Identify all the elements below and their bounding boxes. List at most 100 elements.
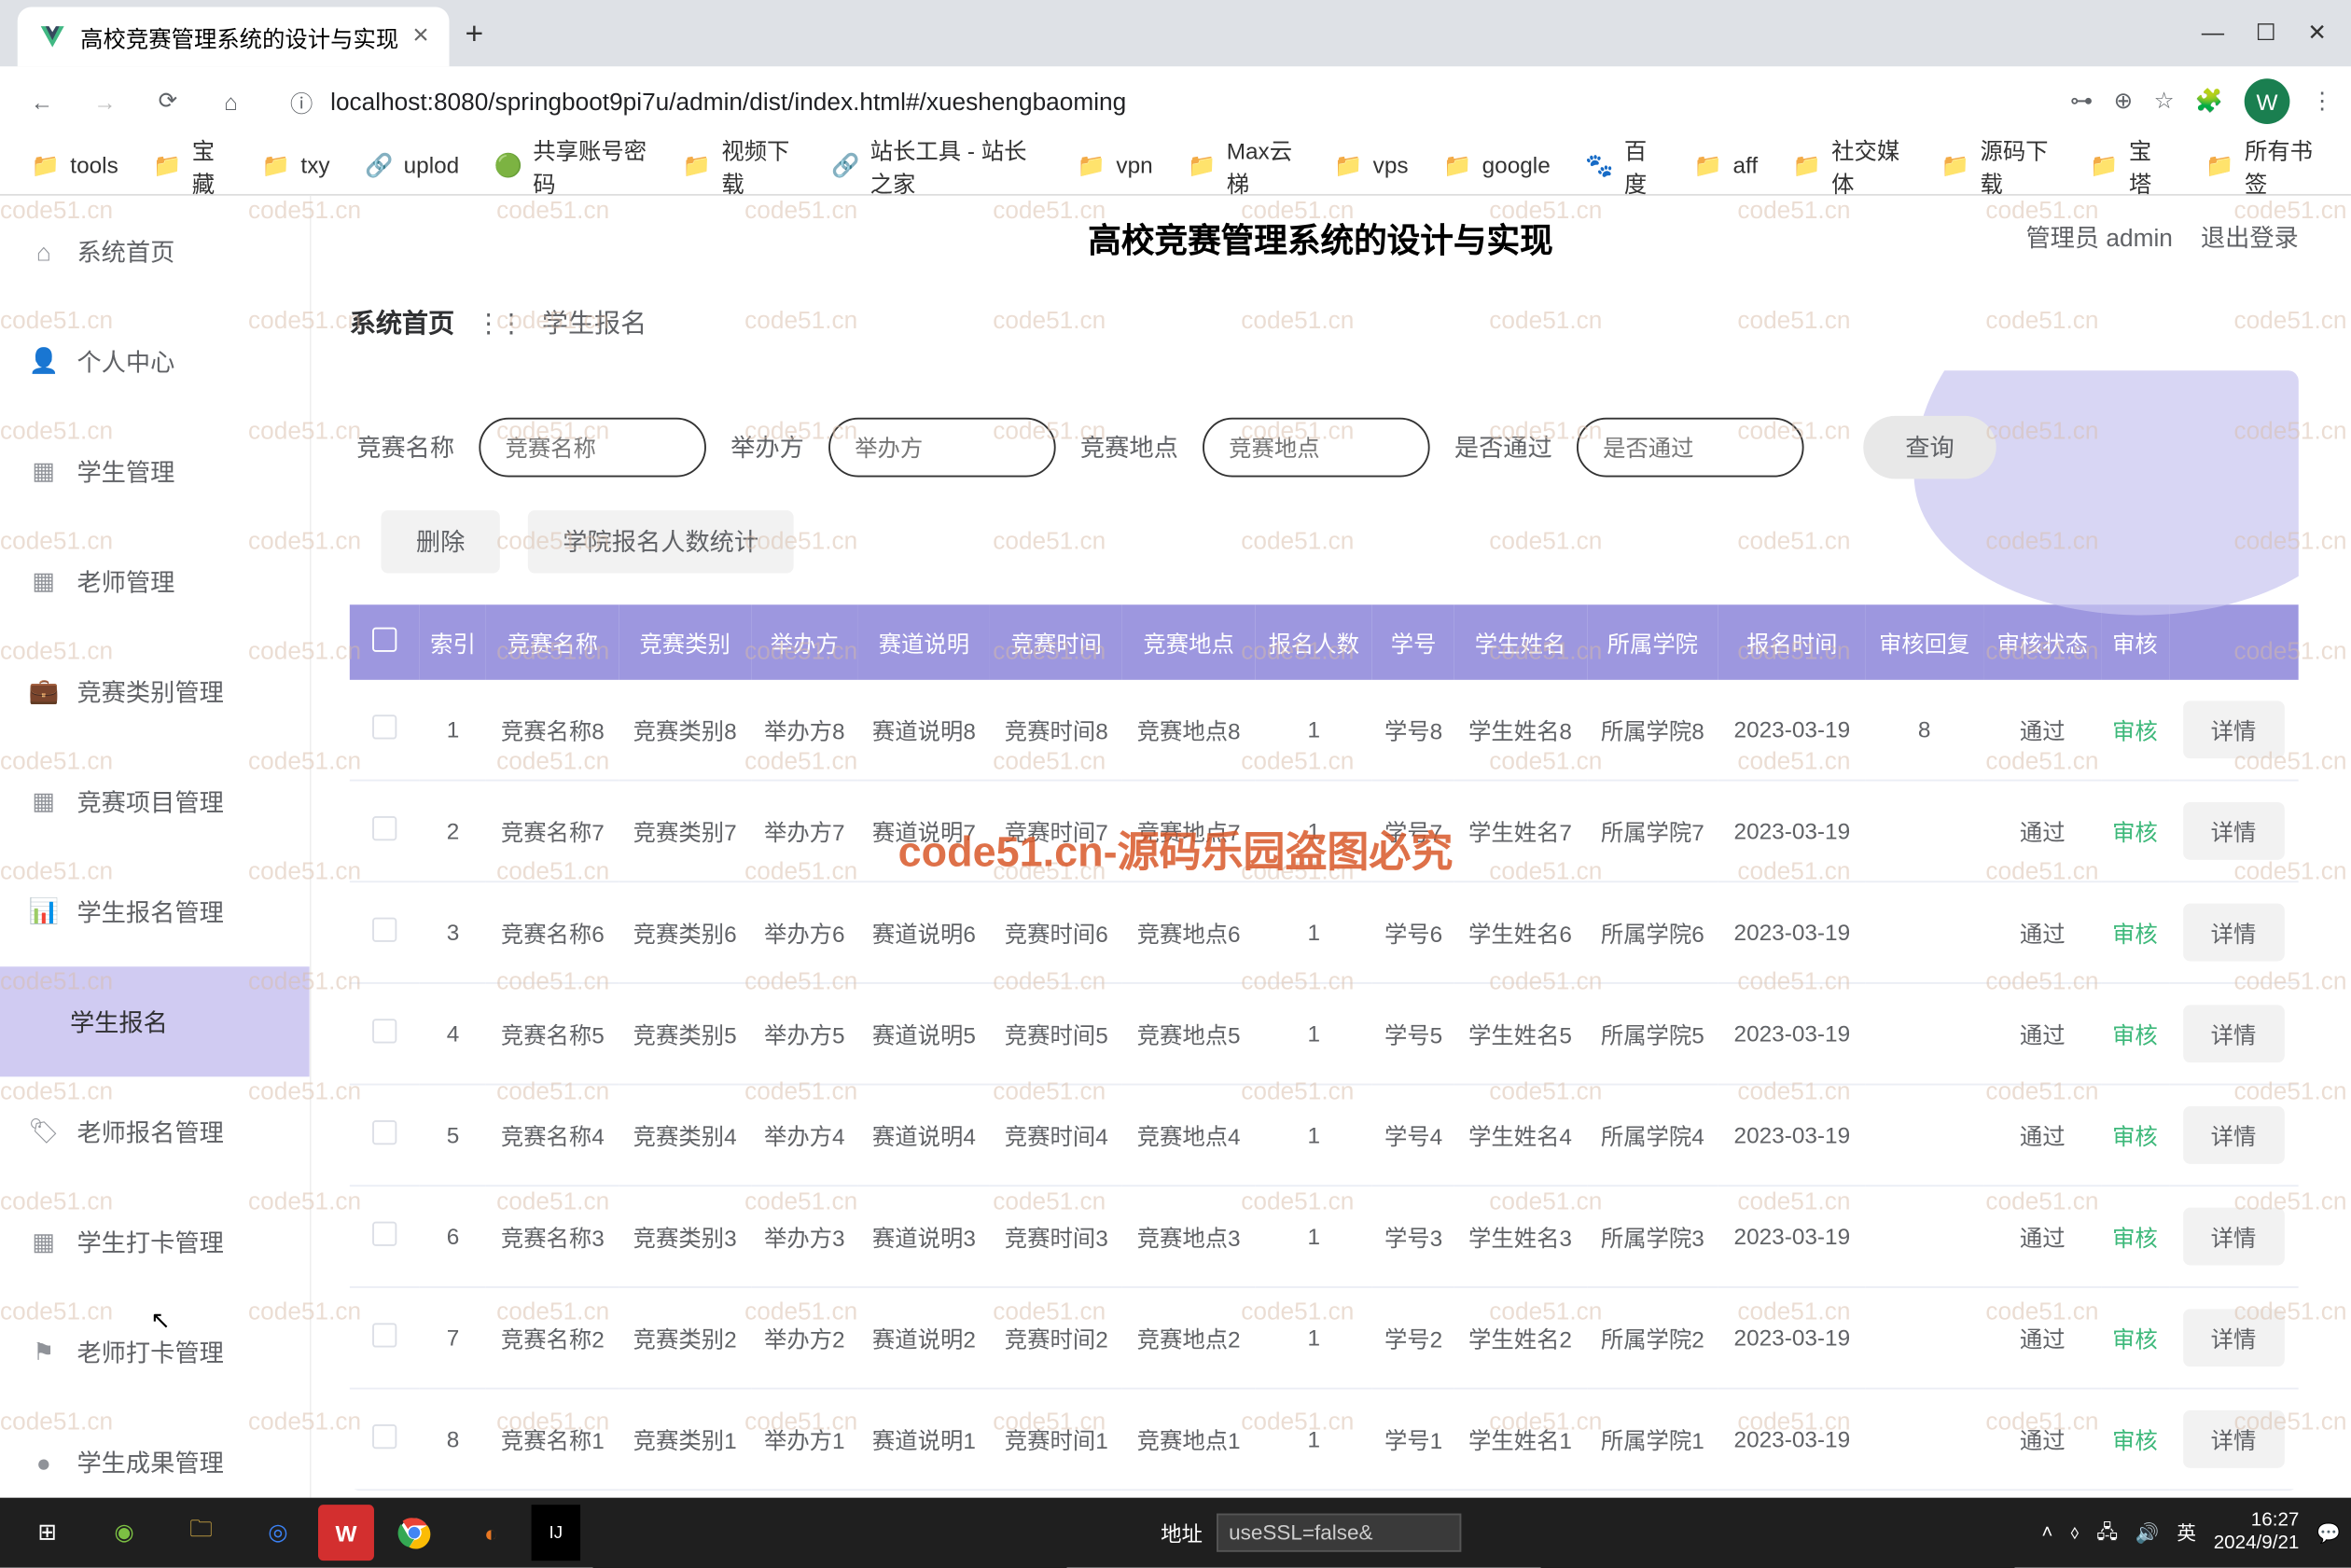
filter-input[interactable] bbox=[828, 418, 1056, 478]
taskbar-center-input[interactable] bbox=[1217, 1514, 1461, 1552]
reload-button[interactable]: ⟳ bbox=[144, 76, 192, 125]
audit-link[interactable]: 审核 bbox=[2112, 718, 2158, 744]
tray-battery-icon[interactable]: 🖧 bbox=[2096, 1516, 2118, 1549]
breadcrumb-home[interactable]: 系统首页 bbox=[350, 304, 454, 340]
bookmark-item[interactable]: 🟢共享账号密码 bbox=[480, 125, 662, 205]
detail-button[interactable]: 详情 bbox=[2183, 904, 2285, 962]
site-info-icon[interactable]: ⓘ bbox=[290, 85, 313, 118]
detail-button[interactable]: 详情 bbox=[2183, 1410, 2285, 1468]
taskbar-app-wps[interactable]: W bbox=[318, 1505, 374, 1561]
window-minimize-icon[interactable]: — bbox=[2202, 20, 2224, 48]
filter-input[interactable] bbox=[1577, 418, 1804, 478]
tray-up-icon[interactable]: ˄ bbox=[2041, 1522, 2052, 1543]
bookmark-item[interactable]: 📁txy bbox=[248, 145, 344, 187]
taskbar-app-edge[interactable]: ◉ bbox=[88, 1505, 161, 1561]
audit-link[interactable]: 审核 bbox=[2112, 820, 2158, 846]
audit-link[interactable]: 审核 bbox=[2112, 1428, 2158, 1454]
stats-button[interactable]: 学院报名人数统计 bbox=[528, 510, 794, 573]
sidebar-item[interactable]: 👤个人中心 bbox=[0, 306, 310, 416]
bookmark-item[interactable]: 📁vps bbox=[1320, 145, 1422, 187]
taskbar-app-generic1[interactable]: ◐ bbox=[454, 1505, 528, 1561]
sidebar-icon: ▦ bbox=[28, 566, 60, 596]
bookmark-item[interactable]: 📁Max云梯 bbox=[1174, 125, 1313, 205]
window-maximize-icon[interactable]: ☐ bbox=[2256, 20, 2276, 48]
taskbar-app-explorer[interactable]: 🗀 bbox=[164, 1505, 238, 1561]
bookmark-icon: 📁 bbox=[1078, 151, 1106, 179]
detail-button[interactable]: 详情 bbox=[2183, 701, 2285, 758]
taskbar-app-chrome[interactable] bbox=[378, 1505, 452, 1561]
row-checkbox[interactable] bbox=[372, 1019, 396, 1043]
menu-icon[interactable]: ⋮ bbox=[2311, 88, 2333, 116]
delete-button[interactable]: 删除 bbox=[381, 510, 499, 573]
current-user[interactable]: 管理员 admin bbox=[2025, 220, 2172, 255]
home-button[interactable]: ⌂ bbox=[206, 76, 255, 125]
filter-input[interactable] bbox=[479, 418, 706, 478]
bookmark-item[interactable]: 📁源码下载 bbox=[1927, 125, 2069, 205]
sidebar-item[interactable]: ▦学生管理 bbox=[0, 416, 310, 526]
row-checkbox[interactable] bbox=[372, 918, 396, 942]
back-button[interactable]: ← bbox=[18, 76, 66, 125]
query-button[interactable]: 查询 bbox=[1863, 416, 1996, 479]
sidebar-item[interactable]: ▦老师管理 bbox=[0, 526, 310, 636]
sidebar-item[interactable]: 💼竞赛类别管理 bbox=[0, 636, 310, 746]
table-body: 1竞赛名称8竞赛类别8举办方8赛道说明8竞赛时间8竞赛地点81学号8学生姓名8所… bbox=[350, 680, 2299, 1490]
audit-link[interactable]: 审核 bbox=[2112, 1326, 2158, 1353]
tray-volume-icon[interactable]: 🔊 bbox=[2135, 1521, 2160, 1544]
detail-button[interactable]: 详情 bbox=[2183, 1309, 2285, 1367]
taskbar-app-idea[interactable]: IJ bbox=[532, 1505, 580, 1561]
taskbar-app-browser[interactable]: ◎ bbox=[242, 1505, 315, 1561]
sidebar-item[interactable]: 学生报名 bbox=[0, 966, 310, 1076]
tray-icon[interactable]: ⬨ bbox=[2070, 1521, 2079, 1544]
bookmark-item[interactable]: 📁tools bbox=[18, 145, 132, 187]
audit-link[interactable]: 审核 bbox=[2112, 921, 2158, 947]
detail-button[interactable]: 详情 bbox=[2183, 1208, 2285, 1266]
tray-notification-icon[interactable]: 💬 bbox=[2316, 1521, 2341, 1544]
row-checkbox[interactable] bbox=[372, 1120, 396, 1145]
bookmark-item[interactable]: 📁google bbox=[1429, 145, 1565, 187]
zoom-icon[interactable]: ⊕ bbox=[2114, 88, 2133, 116]
row-checkbox[interactable] bbox=[372, 1424, 396, 1449]
new-tab-button[interactable]: + bbox=[450, 15, 498, 51]
bookmark-item[interactable]: 📁视频下载 bbox=[669, 125, 811, 205]
bookmark-item[interactable]: 📁宝藏 bbox=[139, 125, 241, 205]
password-icon[interactable]: ⊶ bbox=[2070, 88, 2093, 116]
bookmark-item[interactable]: 📁vpn bbox=[1064, 145, 1167, 187]
detail-button[interactable]: 详情 bbox=[2183, 1005, 2285, 1062]
bookmark-item[interactable]: 📁社交媒体 bbox=[1779, 125, 1921, 205]
bookmark-item[interactable]: 🔗站长工具 - 站长之家 bbox=[817, 125, 1056, 205]
audit-link[interactable]: 审核 bbox=[2112, 1022, 2158, 1048]
detail-button[interactable]: 详情 bbox=[2183, 802, 2285, 860]
bookmark-item[interactable]: 🔗uplod bbox=[351, 145, 473, 187]
sidebar-item[interactable]: ⌂系统首页 bbox=[0, 196, 310, 306]
sidebar-item[interactable]: ▦竞赛项目管理 bbox=[0, 746, 310, 856]
sidebar-item[interactable]: ⚑老师打卡管理 bbox=[0, 1297, 310, 1407]
tray-ime[interactable]: 英 bbox=[2177, 1519, 2196, 1547]
start-button[interactable]: ⊞ bbox=[10, 1505, 84, 1561]
window-close-icon[interactable]: ✕ bbox=[2307, 20, 2326, 48]
bookmark-item[interactable]: 📁宝塔 bbox=[2076, 125, 2177, 205]
star-icon[interactable]: ☆ bbox=[2154, 88, 2175, 116]
detail-button[interactable]: 详情 bbox=[2183, 1106, 2285, 1164]
bookmark-item[interactable]: 🐾百度 bbox=[1571, 125, 1673, 205]
select-all-checkbox[interactable] bbox=[372, 628, 396, 652]
browser-tab[interactable]: 高校竞赛管理系统的设计与实现 × bbox=[18, 7, 450, 66]
bookmark-all[interactable]: 📁所有书签 bbox=[2191, 125, 2333, 205]
row-checkbox[interactable] bbox=[372, 715, 396, 739]
row-checkbox[interactable] bbox=[372, 1323, 396, 1347]
extensions-icon[interactable]: 🧩 bbox=[2195, 88, 2223, 116]
filter-input[interactable] bbox=[1203, 418, 1430, 478]
logout-link[interactable]: 退出登录 bbox=[2201, 220, 2299, 255]
sidebar-item[interactable]: 🏷老师报名管理 bbox=[0, 1076, 310, 1186]
close-tab-icon[interactable]: × bbox=[412, 21, 429, 52]
row-checkbox[interactable] bbox=[372, 1222, 396, 1246]
bookmark-item[interactable]: 📁aff bbox=[1680, 145, 1772, 187]
sidebar-item[interactable]: ●学生成果管理 bbox=[0, 1407, 310, 1497]
audit-link[interactable]: 审核 bbox=[2112, 1225, 2158, 1251]
audit-link[interactable]: 审核 bbox=[2112, 1124, 2158, 1150]
sidebar-item[interactable]: 📊学生报名管理 bbox=[0, 856, 310, 966]
profile-avatar[interactable]: W bbox=[2245, 78, 2290, 124]
url-field[interactable]: ⓘ localhost:8080/springboot9pi7u/admin/d… bbox=[270, 76, 2056, 128]
taskbar-clock[interactable]: 16:27 2024/9/21 bbox=[2214, 1509, 2300, 1555]
row-checkbox[interactable] bbox=[372, 816, 396, 840]
sidebar-item[interactable]: ▦学生打卡管理 bbox=[0, 1186, 310, 1297]
